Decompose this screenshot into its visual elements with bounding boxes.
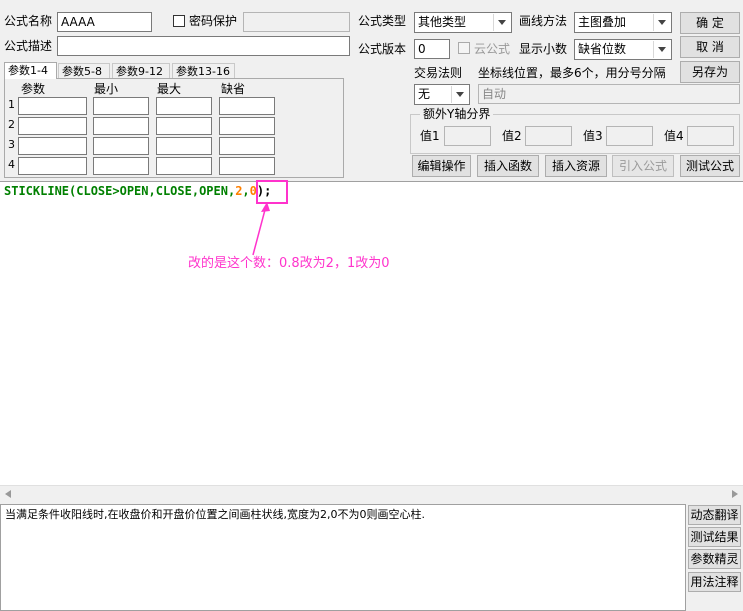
draw-method-select[interactable]: 主图叠加 bbox=[574, 12, 672, 33]
y-value-4-input[interactable] bbox=[687, 126, 734, 146]
axis-position-hint: 坐标线位置，最多6个，用分号分隔 bbox=[478, 66, 666, 80]
axis-position-input[interactable]: 自动 bbox=[478, 84, 740, 104]
y-value-3-input[interactable] bbox=[606, 126, 653, 146]
param-panel: 参数 最小 最大 缺省 1 2 3 4 bbox=[4, 78, 344, 178]
param-row-number: 3 bbox=[8, 138, 15, 151]
y-value-2-label: 值2 bbox=[502, 129, 522, 143]
param-name-input[interactable] bbox=[18, 97, 87, 115]
chevron-down-icon bbox=[493, 14, 510, 31]
param-max-input[interactable] bbox=[156, 137, 212, 155]
password-checkbox[interactable] bbox=[173, 15, 185, 27]
y-value-2-input[interactable] bbox=[525, 126, 572, 146]
chevron-down-icon bbox=[653, 14, 670, 31]
formula-name-label: 公式名称 bbox=[4, 14, 53, 28]
scroll-left-icon[interactable] bbox=[5, 490, 11, 498]
cloud-formula-label: 云公式 bbox=[474, 42, 511, 56]
insert-resource-button[interactable]: 插入资源 bbox=[545, 155, 607, 177]
decimal-label: 显示小数 bbox=[519, 42, 568, 56]
param-default-input[interactable] bbox=[219, 137, 275, 155]
insert-function-button[interactable]: 插入函数 bbox=[477, 155, 539, 177]
tab-params-5-8[interactable]: 参数5-8 bbox=[58, 63, 110, 79]
param-row-number: 1 bbox=[8, 98, 15, 111]
param-name-input[interactable] bbox=[18, 117, 87, 135]
edit-operations-button[interactable]: 编辑操作 bbox=[412, 155, 471, 177]
formula-type-select[interactable]: 其他类型 bbox=[414, 12, 512, 33]
import-formula-button[interactable]: 引入公式 bbox=[612, 155, 674, 177]
y-value-1-label: 值1 bbox=[420, 129, 440, 143]
param-min-input[interactable] bbox=[93, 157, 149, 175]
param-wizard-button[interactable]: 参数精灵 bbox=[688, 549, 741, 569]
decimal-value: 缺省位数 bbox=[578, 42, 627, 56]
y-value-1-input[interactable] bbox=[444, 126, 491, 146]
scroll-right-icon[interactable] bbox=[732, 490, 738, 498]
tab-params-9-12[interactable]: 参数9-12 bbox=[112, 63, 170, 79]
tab-params-1-4[interactable]: 参数1-4 bbox=[4, 62, 57, 79]
param-min-input[interactable] bbox=[93, 137, 149, 155]
formula-desc-label: 公式描述 bbox=[4, 39, 53, 53]
test-formula-button[interactable]: 测试公式 bbox=[680, 155, 740, 177]
save-as-button[interactable]: 另存为 bbox=[680, 61, 740, 83]
y-value-3-label: 值3 bbox=[583, 129, 603, 143]
extra-y-axis-title: 额外Y轴分界 bbox=[420, 106, 494, 122]
code-editor[interactable] bbox=[0, 181, 743, 502]
dynamic-translate-button[interactable]: 动态翻译 bbox=[688, 505, 741, 525]
param-name-input[interactable] bbox=[18, 137, 87, 155]
decimal-select[interactable]: 缺省位数 bbox=[574, 39, 672, 60]
formula-desc-input[interactable] bbox=[57, 36, 350, 56]
cancel-button[interactable]: 取 消 bbox=[680, 36, 740, 58]
code-line: STICKLINE(CLOSE>OPEN,CLOSE,OPEN,2,0); bbox=[4, 182, 271, 200]
annotation-text: 改的是这个数：0.8改为2，1改为0 bbox=[188, 256, 390, 271]
formula-type-value: 其他类型 bbox=[418, 15, 467, 29]
code-comma: , bbox=[242, 184, 250, 198]
param-header-name: 参数 bbox=[21, 82, 46, 96]
trade-rule-select[interactable]: 无 bbox=[414, 84, 470, 105]
editor-horizontal-scrollbar[interactable] bbox=[0, 485, 743, 502]
param-default-input[interactable] bbox=[219, 117, 275, 135]
param-header-default: 缺省 bbox=[221, 82, 246, 96]
password-label: 密码保护 bbox=[189, 14, 238, 28]
formula-version-label: 公式版本 bbox=[358, 42, 407, 56]
code-prefix: STICKLINE(CLOSE>OPEN,CLOSE,OPEN, bbox=[4, 184, 236, 198]
ok-button[interactable]: 确 定 bbox=[680, 12, 740, 34]
formula-version-input[interactable]: 0 bbox=[414, 39, 450, 59]
usage-notes-button[interactable]: 用法注释 bbox=[688, 572, 741, 592]
param-default-input[interactable] bbox=[219, 97, 275, 115]
password-input[interactable] bbox=[243, 12, 350, 32]
param-header-min: 最小 bbox=[94, 82, 119, 96]
chevron-down-icon bbox=[653, 41, 670, 58]
cloud-formula-checkbox[interactable] bbox=[458, 42, 470, 54]
param-max-input[interactable] bbox=[156, 157, 212, 175]
trade-rule-value: 无 bbox=[418, 87, 431, 101]
draw-method-label: 画线方法 bbox=[519, 14, 568, 28]
tab-params-13-16[interactable]: 参数13-16 bbox=[172, 63, 235, 79]
param-row-number: 2 bbox=[8, 118, 15, 131]
param-min-input[interactable] bbox=[93, 117, 149, 135]
formula-type-label: 公式类型 bbox=[358, 14, 407, 28]
chevron-down-icon bbox=[451, 86, 468, 103]
formula-name-input[interactable]: AAAA bbox=[57, 12, 152, 32]
annotation-arrow-icon bbox=[252, 202, 270, 256]
formula-description-area[interactable]: 当满足条件收阳线时,在收盘价和开盘价位置之间画柱状线,宽度为2,0不为0则画空心… bbox=[0, 504, 686, 611]
trade-rule-label: 交易法则 bbox=[414, 66, 463, 80]
param-max-input[interactable] bbox=[156, 97, 212, 115]
param-header-max: 最大 bbox=[157, 82, 182, 96]
test-result-button[interactable]: 测试结果 bbox=[688, 527, 741, 547]
param-row-number: 4 bbox=[8, 158, 15, 171]
param-max-input[interactable] bbox=[156, 117, 212, 135]
y-value-4-label: 值4 bbox=[664, 129, 684, 143]
param-default-input[interactable] bbox=[219, 157, 275, 175]
draw-method-value: 主图叠加 bbox=[578, 15, 627, 29]
param-min-input[interactable] bbox=[93, 97, 149, 115]
param-name-input[interactable] bbox=[18, 157, 87, 175]
